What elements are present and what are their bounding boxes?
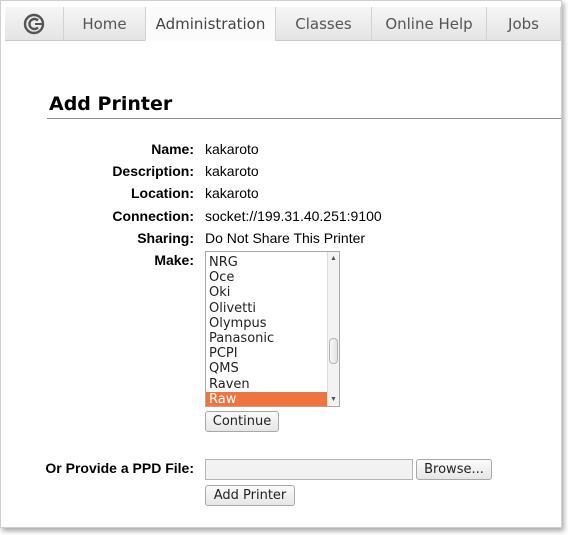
scrollbar-thumb[interactable] — [329, 338, 338, 364]
nav-tabbar: Home Administration Classes Online Help … — [5, 7, 561, 41]
tab-home[interactable]: Home — [63, 7, 145, 41]
add-printer-button[interactable]: Add Printer — [205, 485, 295, 506]
name-value: kakaroto — [205, 141, 259, 157]
connection-label: Connection: — [112, 208, 194, 224]
name-label: Name: — [151, 141, 194, 157]
tab-jobs[interactable]: Jobs — [486, 7, 561, 41]
browser-window: Home Administration Classes Online Help … — [0, 0, 562, 528]
description-value: kakaroto — [205, 163, 259, 179]
sharing-label: Sharing: — [137, 230, 194, 246]
tab-online-help[interactable]: Online Help — [371, 7, 486, 41]
make-option[interactable]: Raw — [206, 391, 327, 406]
title-divider — [47, 118, 561, 119]
location-label: Location: — [131, 185, 194, 201]
connection-value: socket://199.31.40.251:9100 — [205, 208, 382, 224]
make-option[interactable]: Oce — [206, 270, 327, 285]
make-option[interactable]: Raven — [206, 377, 327, 392]
make-option[interactable]: NRG — [206, 255, 327, 270]
ppd-file-input[interactable] — [205, 459, 413, 480]
make-listbox-scrollbar[interactable]: ▲ ▼ — [327, 252, 339, 406]
make-option[interactable]: Panasonic — [206, 331, 327, 346]
make-option[interactable]: PCPI — [206, 346, 327, 361]
cups-logo-icon — [23, 13, 45, 35]
ppd-file-label: Or Provide a PPD File: — [45, 460, 194, 476]
page-title: Add Printer — [49, 93, 173, 115]
scroll-down-arrow-icon[interactable]: ▼ — [328, 394, 339, 405]
browse-button[interactable]: Browse... — [416, 459, 492, 480]
sharing-value: Do Not Share This Printer — [205, 230, 366, 246]
continue-button[interactable]: Continue — [205, 411, 279, 432]
make-option[interactable]: Olivetti — [206, 301, 327, 316]
description-label: Description: — [112, 163, 194, 179]
make-label: Make: — [154, 252, 194, 268]
tab-administration[interactable]: Administration — [145, 7, 275, 41]
tab-classes[interactable]: Classes — [275, 7, 371, 41]
make-options: NRG Oce Oki Olivetti Olympus Panasonic PCPI QMS… — [206, 255, 327, 406]
cups-logo[interactable] — [5, 7, 63, 41]
location-value: kakaroto — [205, 185, 259, 201]
make-option[interactable]: Olympus — [206, 316, 327, 331]
make-listbox[interactable]: NRG Oce Oki Olivetti Olympus Panasonic PCPI QMS… — [205, 251, 340, 407]
make-option[interactable]: Oki — [206, 285, 327, 300]
make-option[interactable]: QMS — [206, 361, 327, 376]
scroll-up-arrow-icon[interactable]: ▲ — [328, 253, 339, 264]
